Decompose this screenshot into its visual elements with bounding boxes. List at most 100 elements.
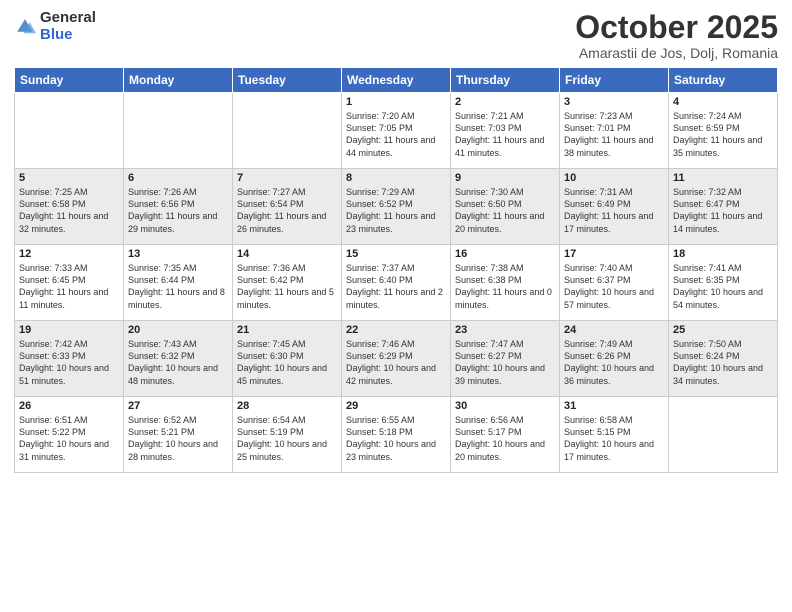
day-info: Sunrise: 7:46 AM Sunset: 6:29 PM Dayligh… — [346, 338, 446, 387]
day-info: Sunrise: 6:51 AM Sunset: 5:22 PM Dayligh… — [19, 414, 119, 463]
table-row: 20 Sunrise: 7:43 AM Sunset: 6:32 PM Dayli… — [124, 321, 233, 397]
day-info: Sunrise: 7:49 AM Sunset: 6:26 PM Dayligh… — [564, 338, 664, 387]
day-number: 10 — [564, 172, 664, 184]
table-row: 21 Sunrise: 7:45 AM Sunset: 6:30 PM Dayli… — [233, 321, 342, 397]
table-row: 14 Sunrise: 7:36 AM Sunset: 6:42 PM Dayli… — [233, 245, 342, 321]
day-info: Sunrise: 7:36 AM Sunset: 6:42 PM Dayligh… — [237, 262, 337, 311]
table-row: 27Sunrise: 6:52 AM Sunset: 5:21 PM Dayli… — [124, 397, 233, 473]
day-info: Sunrise: 7:45 AM Sunset: 6:30 PM Dayligh… — [237, 338, 337, 387]
table-row: 8 Sunrise: 7:29 AM Sunset: 6:52 PM Daylig… — [342, 169, 451, 245]
calendar-week-row: 19 Sunrise: 7:42 AM Sunset: 6:33 PM Dayli… — [15, 321, 778, 397]
table-row: 29Sunrise: 6:55 AM Sunset: 5:18 PM Dayli… — [342, 397, 451, 473]
day-info: Sunrise: 7:42 AM Sunset: 6:33 PM Dayligh… — [19, 338, 119, 387]
day-info: Sunrise: 7:47 AM Sunset: 6:27 PM Dayligh… — [455, 338, 555, 387]
day-number: 25 — [673, 324, 773, 336]
calendar-week-row: 26Sunrise: 6:51 AM Sunset: 5:22 PM Dayli… — [15, 397, 778, 473]
day-info: Sunrise: 7:25 AM Sunset: 6:58 PM Dayligh… — [19, 186, 119, 235]
day-number: 19 — [19, 324, 119, 336]
day-number: 30 — [455, 400, 555, 412]
calendar-week-row: 5Sunrise: 7:25 AM Sunset: 6:58 PM Daylig… — [15, 169, 778, 245]
table-row: 19 Sunrise: 7:42 AM Sunset: 6:33 PM Dayli… — [15, 321, 124, 397]
table-row: 23 Sunrise: 7:47 AM Sunset: 6:27 PM Dayli… — [451, 321, 560, 397]
day-info: Sunrise: 7:50 AM Sunset: 6:24 PM Dayligh… — [673, 338, 773, 387]
day-number: 4 — [673, 96, 773, 108]
table-row: 16 Sunrise: 7:38 AM Sunset: 6:38 PM Dayli… — [451, 245, 560, 321]
table-row: 25 Sunrise: 7:50 AM Sunset: 6:24 PM Dayli… — [669, 321, 778, 397]
day-number: 15 — [346, 248, 446, 260]
day-info: Sunrise: 7:32 AM Sunset: 6:47 PM Dayligh… — [673, 186, 773, 235]
day-number: 27 — [128, 400, 228, 412]
day-number: 2 — [455, 96, 555, 108]
table-row: 7 Sunrise: 7:27 AM Sunset: 6:54 PM Daylig… — [233, 169, 342, 245]
day-number: 14 — [237, 248, 337, 260]
table-row: 10 Sunrise: 7:31 AM Sunset: 6:49 PM Dayli… — [560, 169, 669, 245]
day-info: Sunrise: 7:40 AM Sunset: 6:37 PM Dayligh… — [564, 262, 664, 311]
calendar-table: Sunday Monday Tuesday Wednesday Thursday… — [14, 67, 778, 473]
day-number: 16 — [455, 248, 555, 260]
table-row — [669, 397, 778, 473]
day-info: Sunrise: 6:56 AM Sunset: 5:17 PM Dayligh… — [455, 414, 555, 463]
title-block: October 2025 Amarastii de Jos, Dolj, Rom… — [575, 10, 778, 61]
day-number: 6 — [128, 172, 228, 184]
table-row: 13Sunrise: 7:35 AM Sunset: 6:44 PM Dayli… — [124, 245, 233, 321]
day-number: 9 — [455, 172, 555, 184]
day-number: 31 — [564, 400, 664, 412]
day-info: Sunrise: 7:29 AM Sunset: 6:52 PM Dayligh… — [346, 186, 446, 235]
col-sunday: Sunday — [15, 68, 124, 93]
col-saturday: Saturday — [669, 68, 778, 93]
logo-text: General Blue — [40, 10, 96, 43]
page: General Blue October 2025 Amarastii de J… — [0, 0, 792, 612]
table-row: 24Sunrise: 7:49 AM Sunset: 6:26 PM Dayli… — [560, 321, 669, 397]
calendar-header-row: Sunday Monday Tuesday Wednesday Thursday… — [15, 68, 778, 93]
location-subtitle: Amarastii de Jos, Dolj, Romania — [575, 45, 778, 61]
table-row: 31 Sunrise: 6:58 AM Sunset: 5:15 PM Dayli… — [560, 397, 669, 473]
table-row — [124, 93, 233, 169]
table-row: 22 Sunrise: 7:46 AM Sunset: 6:29 PM Dayli… — [342, 321, 451, 397]
day-info: Sunrise: 7:26 AM Sunset: 6:56 PM Dayligh… — [128, 186, 228, 235]
table-row: 3Sunrise: 7:23 AM Sunset: 7:01 PM Daylig… — [560, 93, 669, 169]
table-row: 12 Sunrise: 7:33 AM Sunset: 6:45 PM Dayli… — [15, 245, 124, 321]
day-number: 3 — [564, 96, 664, 108]
col-monday: Monday — [124, 68, 233, 93]
day-info: Sunrise: 7:31 AM Sunset: 6:49 PM Dayligh… — [564, 186, 664, 235]
table-row: 2 Sunrise: 7:21 AM Sunset: 7:03 PM Daylig… — [451, 93, 560, 169]
calendar-week-row: 1Sunrise: 7:20 AM Sunset: 7:05 PM Daylig… — [15, 93, 778, 169]
day-number: 23 — [455, 324, 555, 336]
table-row: 28Sunrise: 6:54 AM Sunset: 5:19 PM Dayli… — [233, 397, 342, 473]
logo: General Blue — [14, 10, 96, 43]
day-info: Sunrise: 7:27 AM Sunset: 6:54 PM Dayligh… — [237, 186, 337, 235]
table-row: 1Sunrise: 7:20 AM Sunset: 7:05 PM Daylig… — [342, 93, 451, 169]
day-number: 17 — [564, 248, 664, 260]
day-number: 1 — [346, 96, 446, 108]
day-number: 8 — [346, 172, 446, 184]
calendar-week-row: 12 Sunrise: 7:33 AM Sunset: 6:45 PM Dayli… — [15, 245, 778, 321]
day-info: Sunrise: 7:33 AM Sunset: 6:45 PM Dayligh… — [19, 262, 119, 311]
day-number: 20 — [128, 324, 228, 336]
day-info: Sunrise: 7:30 AM Sunset: 6:50 PM Dayligh… — [455, 186, 555, 235]
logo-general-text: General — [40, 10, 96, 27]
day-info: Sunrise: 6:58 AM Sunset: 5:15 PM Dayligh… — [564, 414, 664, 463]
day-number: 7 — [237, 172, 337, 184]
col-friday: Friday — [560, 68, 669, 93]
day-info: Sunrise: 7:24 AM Sunset: 6:59 PM Dayligh… — [673, 110, 773, 159]
day-info: Sunrise: 7:37 AM Sunset: 6:40 PM Dayligh… — [346, 262, 446, 311]
day-number: 22 — [346, 324, 446, 336]
day-info: Sunrise: 7:21 AM Sunset: 7:03 PM Dayligh… — [455, 110, 555, 159]
table-row: 6 Sunrise: 7:26 AM Sunset: 6:56 PM Daylig… — [124, 169, 233, 245]
day-info: Sunrise: 7:43 AM Sunset: 6:32 PM Dayligh… — [128, 338, 228, 387]
day-number: 12 — [19, 248, 119, 260]
table-row — [15, 93, 124, 169]
table-row: 26Sunrise: 6:51 AM Sunset: 5:22 PM Dayli… — [15, 397, 124, 473]
day-number: 13 — [128, 248, 228, 260]
table-row: 9 Sunrise: 7:30 AM Sunset: 6:50 PM Daylig… — [451, 169, 560, 245]
logo-blue-text: Blue — [40, 27, 96, 44]
table-row: 17 Sunrise: 7:40 AM Sunset: 6:37 PM Dayli… — [560, 245, 669, 321]
col-wednesday: Wednesday — [342, 68, 451, 93]
col-thursday: Thursday — [451, 68, 560, 93]
day-number: 21 — [237, 324, 337, 336]
table-row: 18Sunrise: 7:41 AM Sunset: 6:35 PM Dayli… — [669, 245, 778, 321]
day-info: Sunrise: 6:55 AM Sunset: 5:18 PM Dayligh… — [346, 414, 446, 463]
day-number: 28 — [237, 400, 337, 412]
day-info: Sunrise: 7:38 AM Sunset: 6:38 PM Dayligh… — [455, 262, 555, 311]
table-row — [233, 93, 342, 169]
